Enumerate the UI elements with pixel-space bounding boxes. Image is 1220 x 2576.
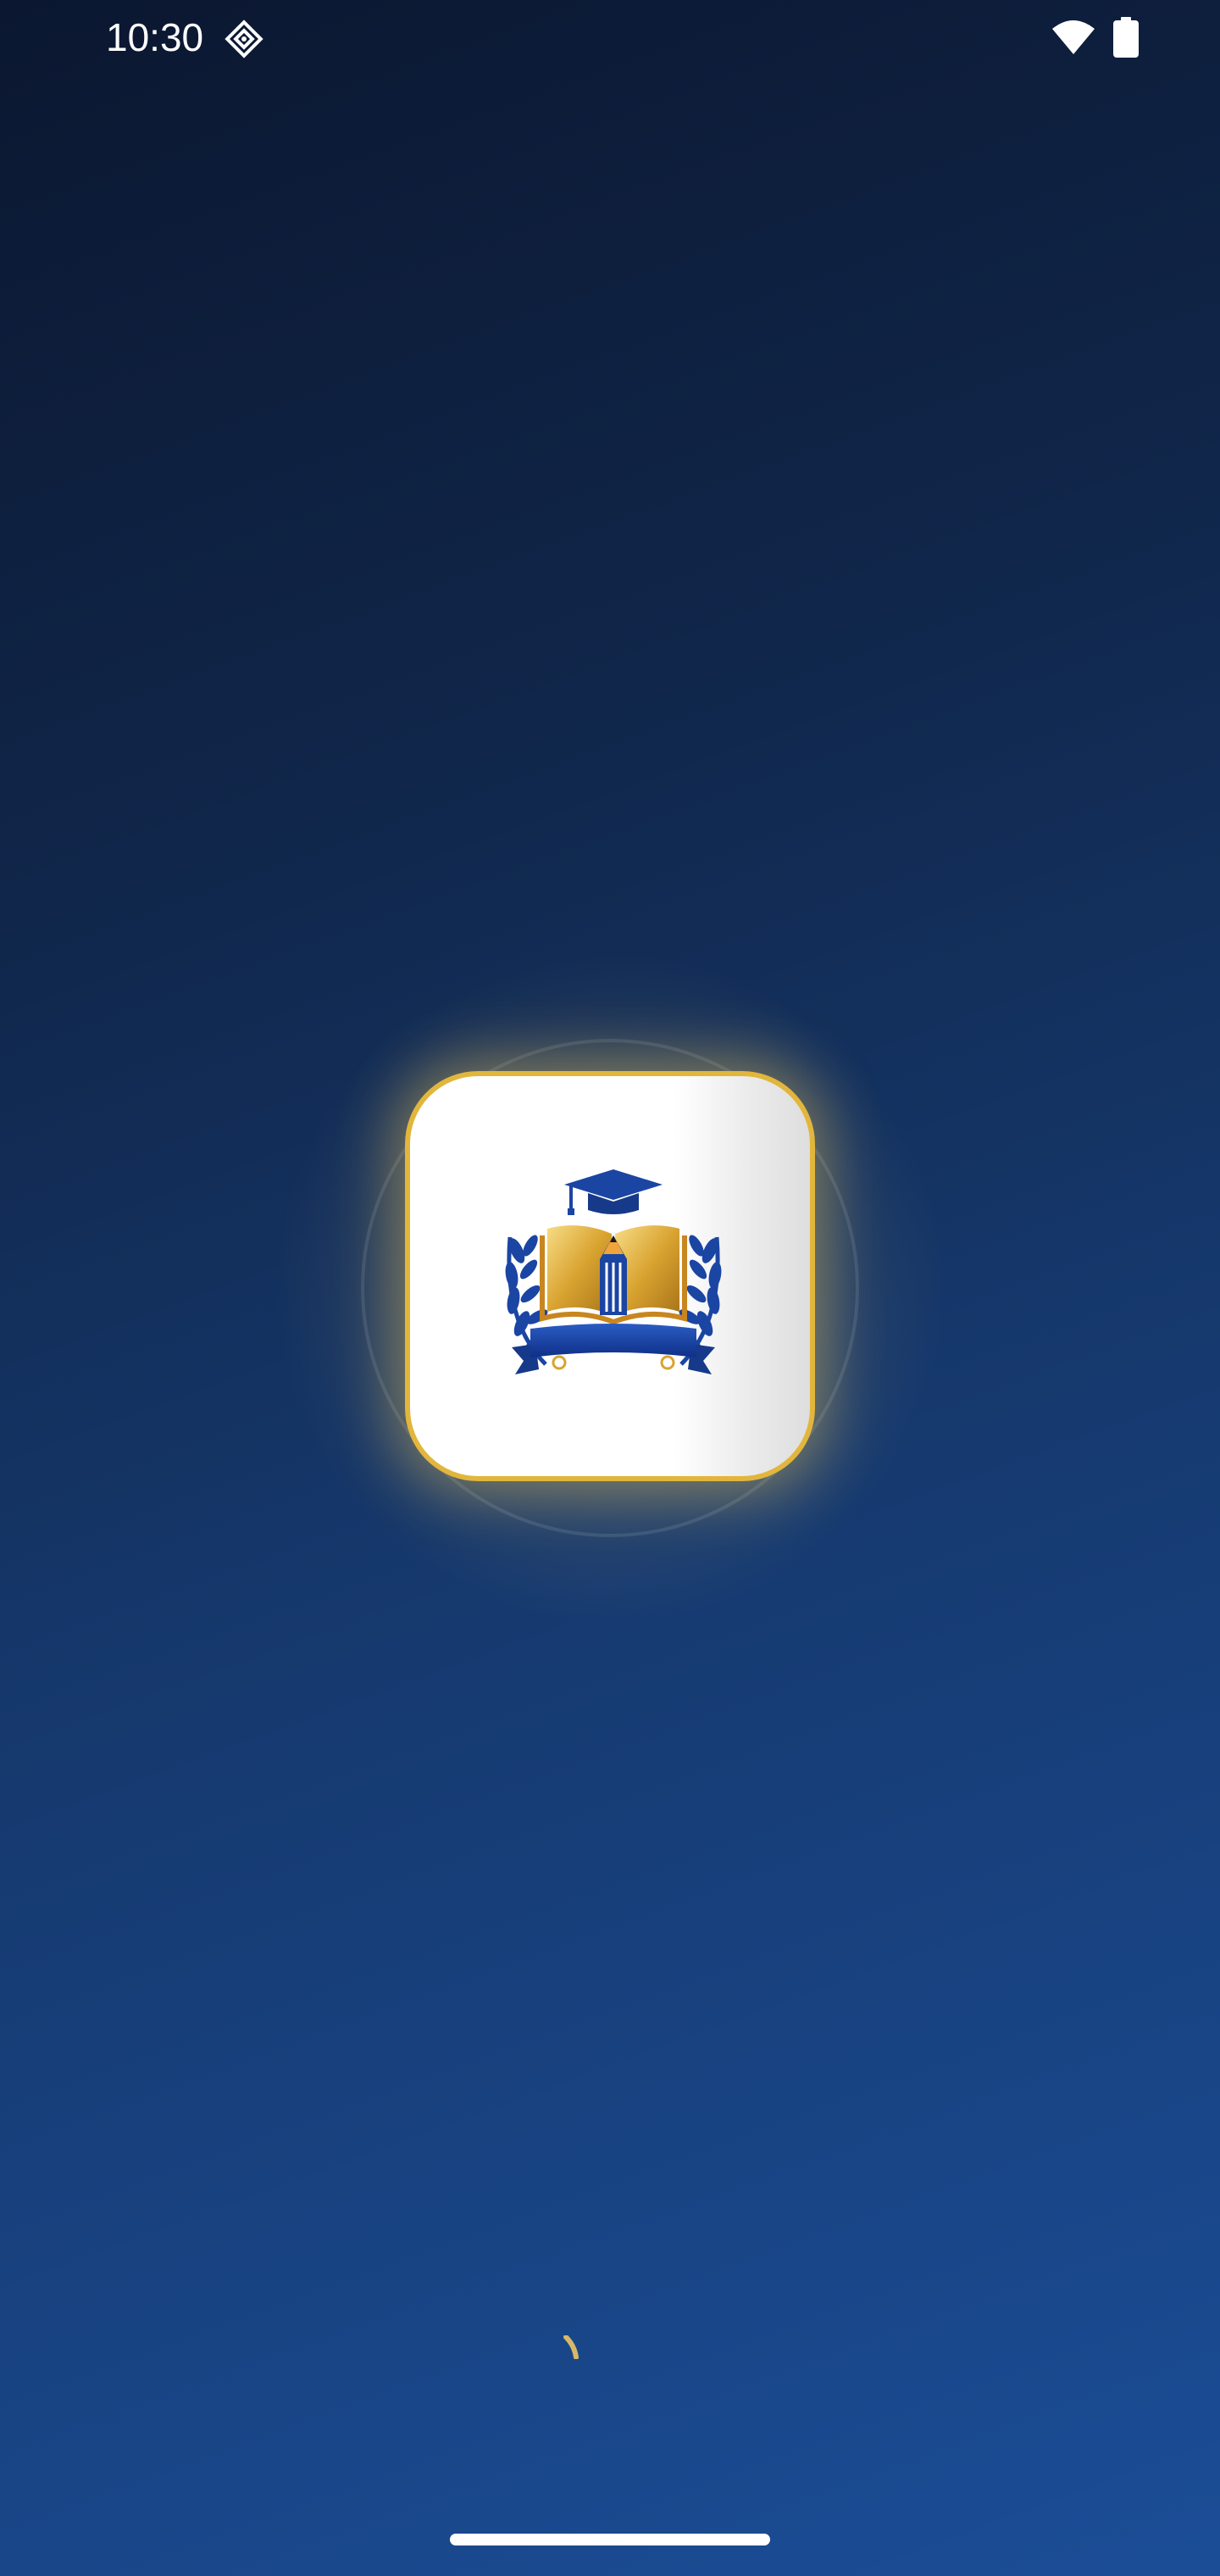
- app-logo-card: [405, 1071, 815, 1481]
- status-bar: 10:30: [0, 0, 1220, 75]
- loading-spinner: [563, 2335, 579, 2359]
- status-time: 10:30: [106, 15, 204, 59]
- home-indicator[interactable]: [450, 2534, 770, 2545]
- academy-crest-logo: [505, 1169, 722, 1374]
- battery-icon: [1113, 17, 1139, 58]
- wifi-icon: [1052, 20, 1095, 54]
- app-notification-icon: [225, 19, 263, 58]
